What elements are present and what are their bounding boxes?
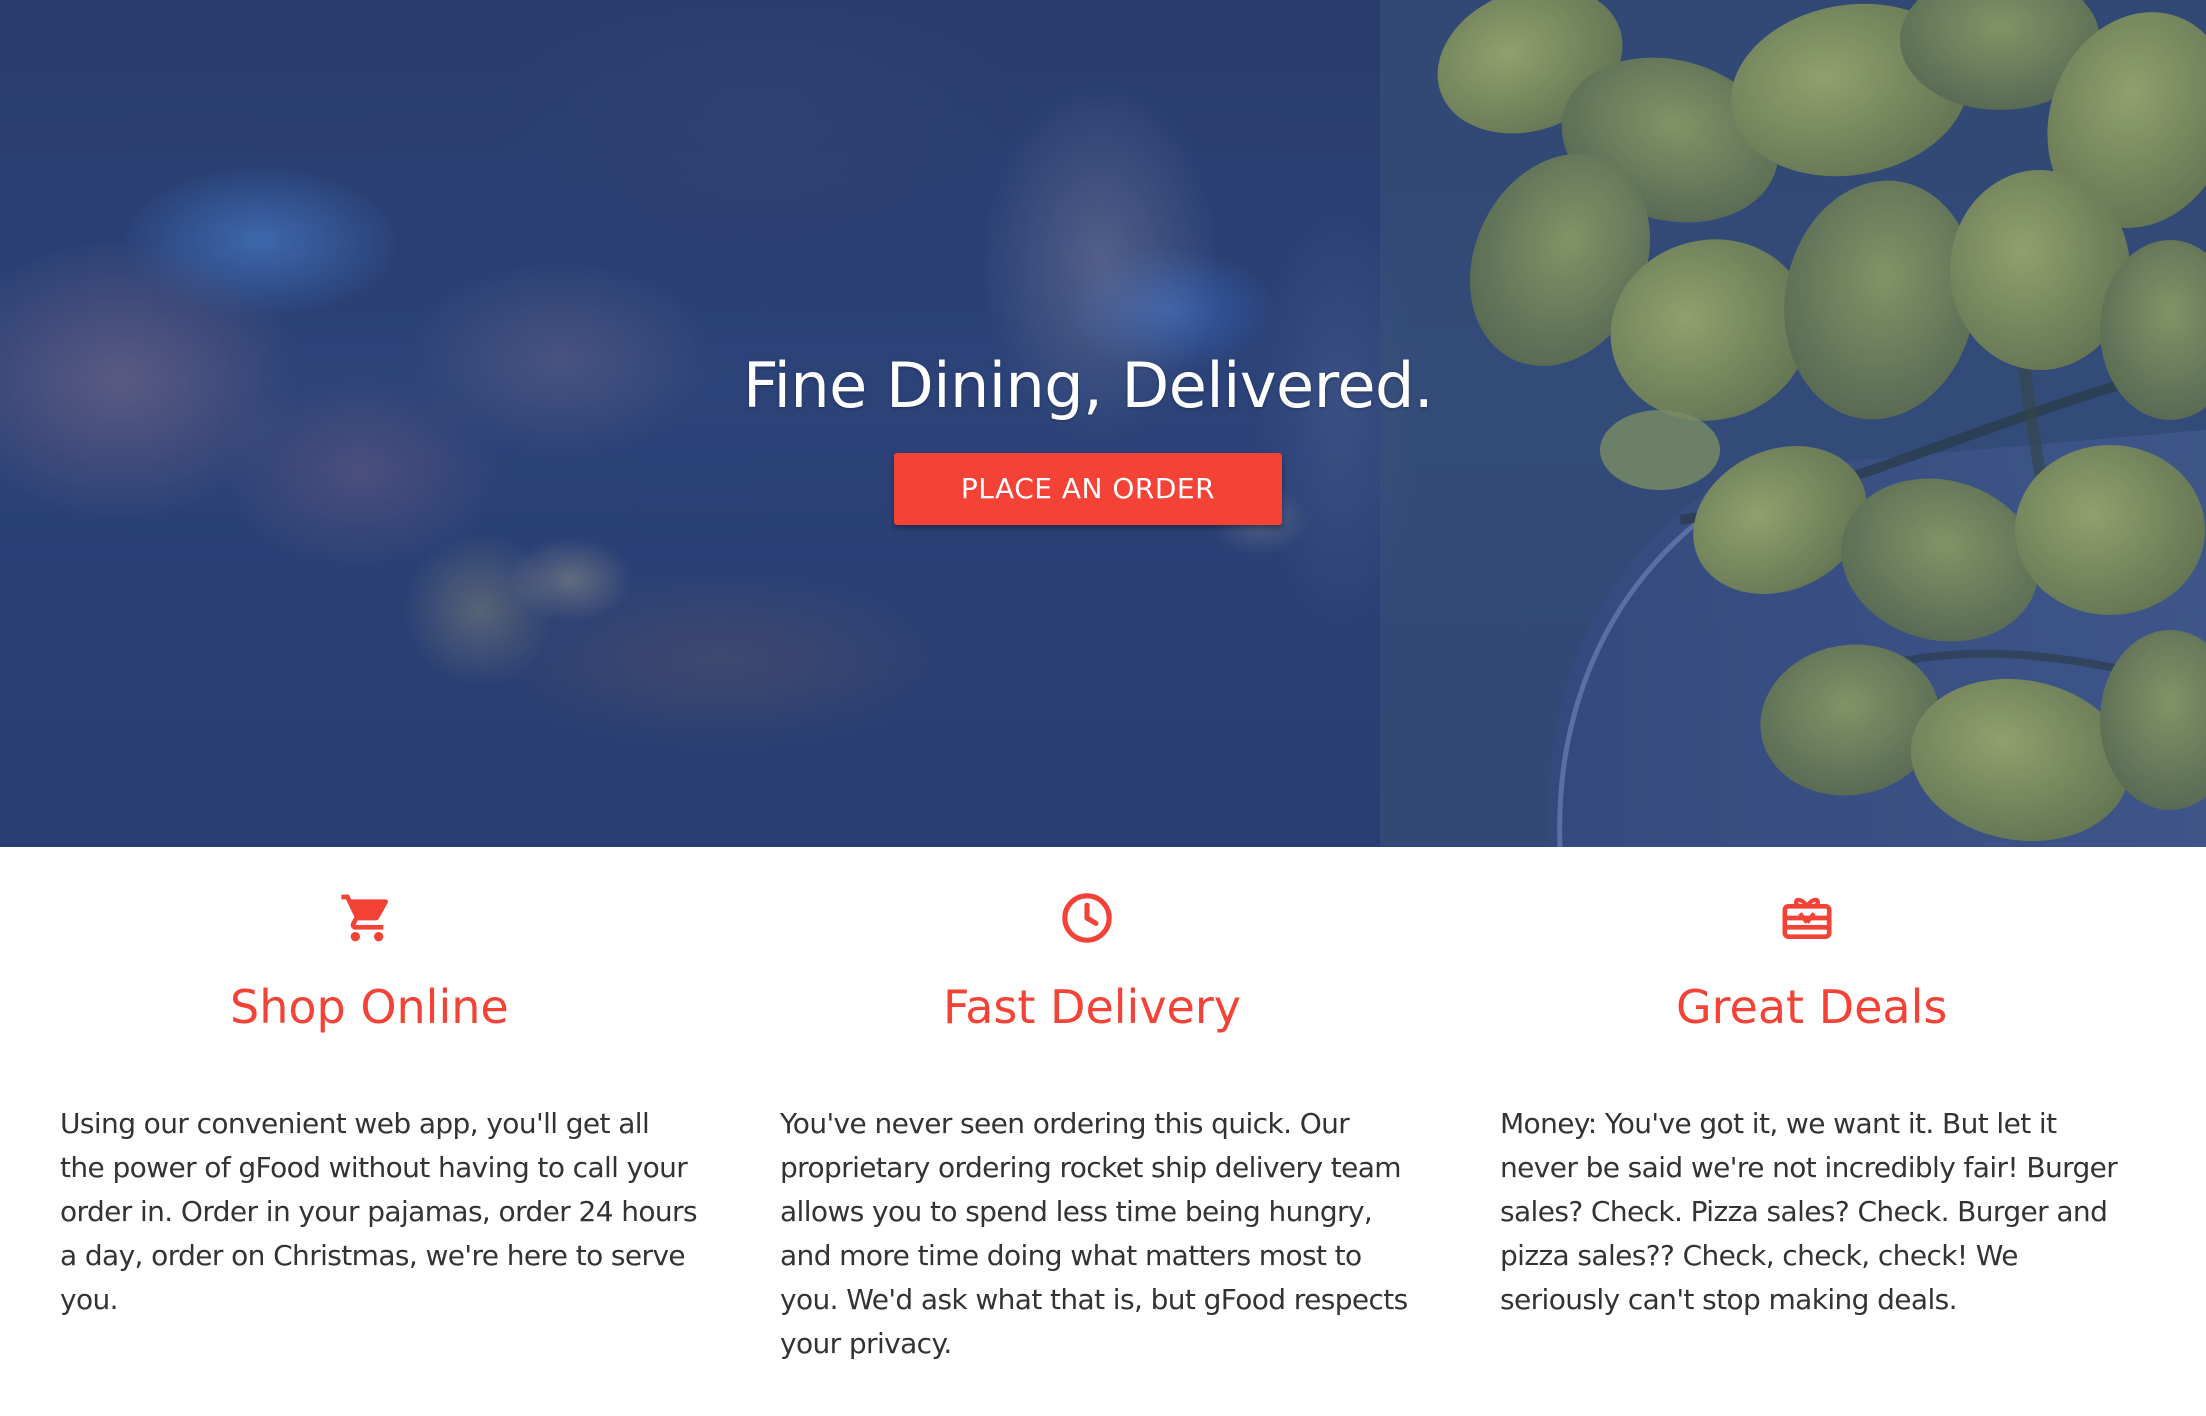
feature-title: Fast Delivery [943, 980, 1241, 1034]
feature-description: Money: You've got it, we want it. But le… [1500, 1107, 2118, 1316]
clock-icon [1059, 890, 1115, 946]
gift-card-icon [1779, 890, 1835, 946]
feature-title: Great Deals [1676, 980, 1948, 1034]
hero-title: Fine Dining, Delivered. [742, 349, 1434, 422]
hero-banner: Fine Dining, Delivered. PLACE AN ORDER [0, 0, 2206, 847]
feature-description: You've never seen ordering this quick. O… [780, 1107, 1408, 1360]
place-order-button[interactable]: PLACE AN ORDER [894, 453, 1282, 525]
cart-icon [339, 890, 395, 946]
feature-title: Shop Online [230, 980, 509, 1034]
feature-description: Using our convenient web app, you'll get… [60, 1107, 698, 1316]
features-section: Shop Online Using our convenient web app… [0, 847, 2206, 1416]
